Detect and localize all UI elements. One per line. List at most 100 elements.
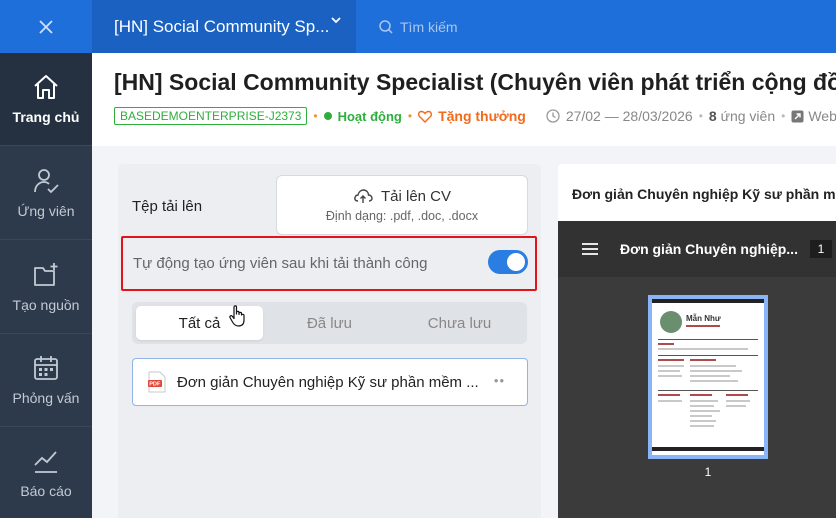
sidebar-item-sourcing[interactable]: Tạo nguồn	[0, 241, 92, 334]
cv-text-line	[658, 348, 748, 350]
sidebar-item-candidates[interactable]: Ứng viên	[0, 147, 92, 240]
cv-text-line	[658, 375, 682, 377]
file-upload-label: Tệp tải lên	[132, 198, 203, 215]
website-link[interactable]: Webs	[791, 108, 836, 124]
candidate-count-label: ứng viên	[720, 108, 776, 124]
cv-text-line	[690, 380, 738, 382]
cv-page-preview: Mẫn Như	[652, 299, 764, 455]
pdf-badge: PDF	[149, 382, 161, 388]
pdf-file-icon: PDF	[148, 371, 166, 393]
cv-text-line	[690, 405, 714, 407]
job-code-badge: BASEDEMOENTERPRISE-J2373	[114, 107, 308, 125]
menu-icon[interactable]	[582, 243, 598, 255]
cv-section-head	[690, 394, 712, 396]
cv-section-head	[658, 359, 684, 361]
close-button[interactable]	[0, 0, 92, 53]
cv-text-line	[726, 405, 746, 407]
chevron-down-icon	[331, 17, 341, 24]
search-placeholder: Tìm kiếm	[400, 18, 458, 35]
job-select-dropdown[interactable]: [HN] Social Community Sp...	[92, 0, 356, 53]
more-options-button[interactable]: ••	[494, 373, 505, 388]
clock-icon	[546, 109, 560, 123]
cv-subtitle	[686, 325, 720, 327]
external-link-icon	[791, 110, 804, 122]
sidebar-item-label: Trang chủ	[12, 109, 80, 125]
page-number-box[interactable]: 1	[810, 240, 832, 258]
cv-text-line	[690, 415, 712, 417]
upload-panel: Tệp tải lên Tải lên CV Định dạng: .pdf, …	[118, 164, 541, 518]
toggle-knob	[507, 253, 525, 271]
cv-divider	[658, 339, 758, 340]
cv-text-line	[690, 410, 720, 412]
cv-section-head	[658, 394, 680, 396]
cloud-upload-icon	[354, 189, 373, 203]
date-range-text: 27/02 — 28/03/2026	[565, 108, 693, 124]
cv-bottom-rule	[652, 447, 764, 451]
sidebar: Trang chủ Ứng viên Tạo nguồn Phỏng vấn B…	[0, 0, 92, 518]
thumbnail-page-number: 1	[704, 465, 712, 479]
cv-text-line	[658, 365, 684, 367]
status-badge: Hoạt động	[323, 108, 402, 124]
separator-dot: •	[313, 109, 318, 123]
auto-create-label: Tự động tạo ứng viên sau khi tải thành c…	[133, 255, 428, 272]
tab-unsaved[interactable]: Chưa lưu	[396, 306, 523, 340]
search-input[interactable]: Tìm kiếm	[378, 0, 458, 53]
cv-text-line	[726, 400, 750, 402]
search-icon	[379, 19, 393, 34]
preview-title: Đơn giản Chuyên nghiệp Kỹ sư phần mề	[572, 186, 836, 202]
file-name: Đơn giản Chuyên nghiệp Kỹ sư phần mềm ..…	[177, 373, 479, 391]
separator-dot: •	[407, 109, 413, 123]
date-range: 27/02 — 28/03/2026	[546, 108, 693, 124]
folder-add-icon	[34, 263, 58, 286]
heart-icon	[418, 110, 433, 123]
separator-dot: •	[698, 109, 703, 123]
cv-text-line	[690, 365, 736, 367]
auto-create-toggle[interactable]	[488, 250, 528, 274]
sidebar-item-reports[interactable]: Báo cáo	[0, 427, 92, 518]
pdf-viewer-toolbar: Đơn giản Chuyên nghiệp... 1	[558, 221, 836, 277]
cv-text-line	[690, 400, 718, 402]
sidebar-item-label: Báo cáo	[20, 483, 72, 499]
cv-text-line	[690, 370, 742, 372]
uploaded-file-item[interactable]: PDF Đơn giản Chuyên nghiệp Kỹ sư phần mề…	[132, 358, 528, 406]
candidate-count-number: 8	[708, 108, 717, 124]
cv-divider	[658, 355, 758, 356]
status-dot-icon	[323, 112, 332, 120]
cv-top-rule	[652, 299, 764, 303]
auto-create-setting: Tự động tạo ứng viên sau khi tải thành c…	[121, 236, 537, 291]
cv-avatar	[660, 311, 682, 333]
tab-saved[interactable]: Đã lưu	[266, 306, 393, 340]
sidebar-item-label: Ứng viên	[17, 203, 75, 219]
upload-cv-button[interactable]: Tải lên CV Định dạng: .pdf, .doc, .docx	[276, 175, 528, 235]
cv-text-line	[690, 375, 730, 377]
cv-text-line	[690, 420, 716, 422]
website-label: Webs	[808, 108, 836, 124]
sidebar-item-interview[interactable]: Phỏng vấn	[0, 334, 92, 427]
job-header: [HN] Social Community Specialist (Chuyên…	[92, 53, 836, 146]
cv-section-head	[690, 359, 716, 361]
status-text: Hoạt động	[337, 108, 402, 124]
job-meta: BASEDEMOENTERPRISE-J2373 • Hoạt động • T…	[114, 107, 836, 125]
sidebar-item-home[interactable]: Trang chủ	[0, 53, 92, 146]
home-icon	[34, 75, 58, 99]
cv-text-line	[658, 400, 682, 402]
file-filter-tabs: Tất cả Đã lưu Chưa lưu	[132, 302, 527, 344]
sidebar-item-label: Tạo nguồn	[12, 297, 80, 313]
cv-text-line	[658, 370, 680, 372]
close-icon	[39, 19, 53, 34]
job-select-value: [HN] Social Community Sp...	[114, 16, 330, 36]
reward-label: Tặng thưởng	[438, 108, 526, 124]
page-thumbnail[interactable]: Mẫn Như	[648, 295, 768, 459]
preview-panel: Đơn giản Chuyên nghiệp Kỹ sư phần mề Đơn…	[558, 164, 836, 518]
upload-cv-label: Tải lên CV	[380, 187, 452, 205]
cv-section-head	[658, 343, 674, 345]
upload-formats: Định dạng: .pdf, .doc, .docx	[325, 208, 479, 223]
cv-name: Mẫn Như	[686, 314, 721, 323]
separator-dot: •	[781, 109, 786, 123]
hand-cursor-icon	[229, 305, 245, 327]
user-check-icon	[34, 169, 59, 194]
reward-link[interactable]: Tặng thưởng	[418, 108, 526, 124]
chart-line-icon	[34, 451, 57, 473]
pdf-viewer: Đơn giản Chuyên nghiệp... 1 Mẫn Như 1	[558, 221, 836, 518]
cv-section-head	[726, 394, 748, 396]
